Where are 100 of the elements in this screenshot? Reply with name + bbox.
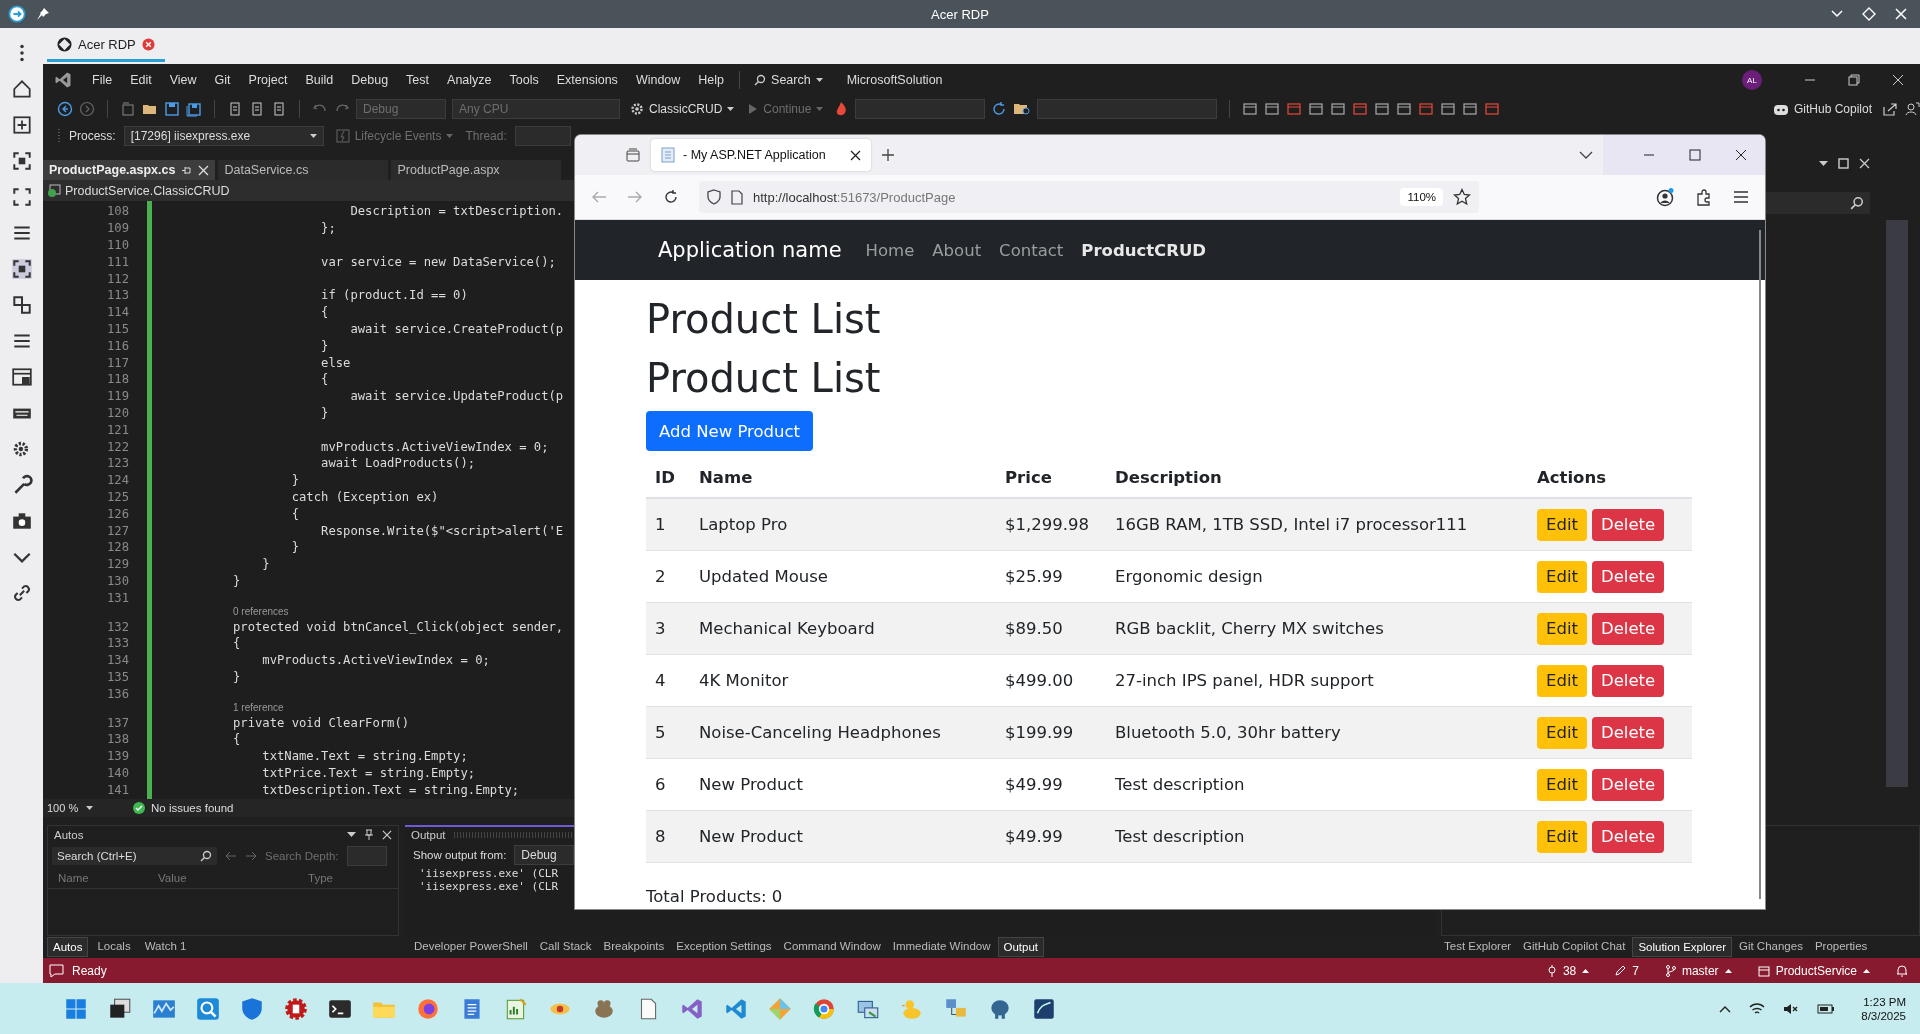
toolbar-tool-icon[interactable] — [1440, 101, 1457, 117]
star-icon[interactable] — [1453, 188, 1471, 206]
edit-button[interactable]: Edit — [1537, 820, 1587, 853]
toolbar-tool-icon[interactable] — [1330, 101, 1347, 117]
nav-link[interactable]: Contact — [999, 240, 1064, 260]
namespace-label[interactable]: ProductService.ClassicCRUD — [65, 183, 230, 198]
save-all-icon[interactable] — [186, 101, 202, 117]
chat-icon[interactable] — [49, 963, 64, 978]
edit-button[interactable]: Edit — [1537, 716, 1587, 749]
diamond-icon[interactable] — [1862, 7, 1876, 21]
delete-button[interactable]: Delete — [1591, 508, 1665, 541]
menu-item[interactable]: Test — [397, 73, 439, 87]
startup-project-button[interactable]: ClassicCRUD — [626, 102, 739, 116]
edit-button[interactable]: Edit — [1537, 612, 1587, 645]
panel-tab[interactable]: Properties — [1809, 937, 1873, 958]
delete-button[interactable]: Delete — [1591, 664, 1665, 697]
column-header[interactable]: Type — [308, 872, 333, 884]
delete-button[interactable]: Delete — [1591, 820, 1665, 853]
plus-icon[interactable] — [881, 148, 895, 162]
scroll-bar[interactable] — [1886, 220, 1908, 787]
window-icon[interactable] — [10, 366, 33, 388]
panel-tab[interactable]: Watch 1 — [139, 937, 192, 958]
column-header[interactable]: Value — [158, 872, 308, 884]
browser-tab[interactable]: - My ASP.NET Application — [651, 139, 871, 171]
toolbar-tool-icon[interactable] — [1308, 101, 1325, 117]
zoom-dropdown[interactable]: 100 % — [43, 802, 97, 814]
nav-link[interactable]: Home — [865, 240, 915, 260]
document-tab[interactable]: DataService.cs — [218, 160, 389, 180]
brand-link[interactable]: Application name — [658, 238, 842, 262]
user-avatar[interactable]: AL — [1742, 70, 1762, 90]
edit-button[interactable]: Edit — [1537, 508, 1587, 541]
menu-item[interactable]: File — [83, 73, 122, 87]
square-plus-icon[interactable] — [10, 114, 33, 136]
toolbar-tool-icon[interactable] — [1242, 101, 1259, 117]
document-tab[interactable]: ProductPage.aspx — [391, 160, 562, 180]
tab-list-icon[interactable] — [625, 147, 641, 163]
wifi-icon[interactable] — [1749, 1001, 1766, 1016]
folder-search-icon[interactable] — [1013, 101, 1032, 117]
focus-frame-icon[interactable] — [10, 150, 33, 172]
battery-icon[interactable] — [1817, 1002, 1836, 1015]
maximize-icon[interactable] — [1689, 149, 1701, 161]
panel-tab[interactable]: Command Window — [778, 937, 886, 958]
reload-icon[interactable] — [663, 189, 679, 205]
forward-icon[interactable] — [79, 101, 95, 117]
toolbar-tool-icon[interactable] — [1484, 101, 1501, 117]
corners-icon[interactable] — [10, 186, 33, 208]
toolbar-tool-icon[interactable] — [1462, 101, 1479, 117]
menu-item[interactable]: Window — [626, 73, 690, 87]
menu-item[interactable]: Analyze — [438, 73, 501, 87]
close-icon[interactable] — [850, 149, 861, 161]
delete-button[interactable]: Delete — [1591, 612, 1665, 645]
edit-button[interactable]: Edit — [1537, 768, 1587, 801]
menu-item[interactable]: Extensions — [547, 73, 627, 87]
forward-arrow-icon[interactable] — [245, 851, 257, 861]
panel-tab[interactable]: Output — [997, 937, 1045, 958]
refresh-icon[interactable] — [991, 101, 1008, 117]
menu-item[interactable]: Tools — [500, 73, 548, 87]
panel-tab[interactable]: Exception Settings — [671, 937, 777, 958]
shield-icon[interactable] — [239, 995, 265, 1022]
scroll-bar[interactable] — [1759, 230, 1761, 899]
menu-item[interactable]: Git — [205, 73, 240, 87]
panel-tab[interactable]: Breakpoints — [598, 937, 670, 958]
edit-button[interactable]: Edit — [1537, 664, 1587, 697]
panel-tab[interactable]: Git Changes — [1733, 937, 1808, 958]
document-tab[interactable]: ProductPage.aspx.cs — [43, 160, 216, 180]
panel-tab[interactable]: Autos — [47, 937, 89, 958]
toolbar-tool-icon[interactable] — [1374, 101, 1391, 117]
panel-tab[interactable]: Developer PowerShell — [409, 937, 533, 958]
menu-item[interactable]: View — [160, 73, 206, 87]
errors-indicator[interactable]: 38 — [1546, 963, 1590, 978]
puzzle-icon[interactable] — [1695, 188, 1713, 206]
bell-icon[interactable] — [1896, 964, 1908, 977]
repository-indicator[interactable]: ProductService — [1757, 963, 1870, 978]
menu-icon[interactable] — [1733, 190, 1749, 204]
panel-tab[interactable]: Test Explorer — [1439, 937, 1517, 958]
magnifier-icon[interactable] — [195, 995, 221, 1022]
panel-tab[interactable]: Solution Explorer — [1632, 937, 1732, 958]
menu-item[interactable]: Project — [239, 73, 297, 87]
panel-tab[interactable]: GitHub Copilot Chat — [1518, 937, 1631, 958]
focus-frame-icon[interactable] — [10, 258, 33, 280]
output-source-dropdown[interactable]: Debug — [514, 845, 575, 865]
panel-tab[interactable]: Locals — [92, 937, 136, 958]
speaker-muted-icon[interactable] — [1783, 1001, 1800, 1016]
share-icon[interactable] — [1882, 101, 1898, 117]
changes-indicator[interactable]: 7 — [1615, 963, 1639, 978]
search-field[interactable]: Search (Ctrl+E) — [52, 847, 217, 865]
code-lens[interactable]: 0 references — [233, 606, 289, 618]
process-dropdown[interactable]: [17296] iisexpress.exe — [123, 126, 324, 146]
caret-icon[interactable] — [347, 832, 356, 838]
toolbar-tool-icon[interactable] — [1352, 101, 1369, 117]
zoom-badge[interactable]: 110% — [1400, 188, 1443, 206]
back-arrow-icon[interactable] — [225, 851, 237, 861]
delete-button[interactable]: Delete — [1591, 716, 1665, 749]
back-icon[interactable] — [57, 101, 73, 117]
toolbar-tool-icon[interactable] — [1264, 101, 1281, 117]
caret-icon[interactable] — [1819, 160, 1828, 167]
chevron-up-icon[interactable] — [1719, 1004, 1732, 1013]
nav-link[interactable]: About — [932, 240, 982, 260]
issues-status[interactable]: No issues found — [151, 802, 234, 814]
clock[interactable]: 1:23 PM 8/3/2025 — [1861, 995, 1906, 1022]
